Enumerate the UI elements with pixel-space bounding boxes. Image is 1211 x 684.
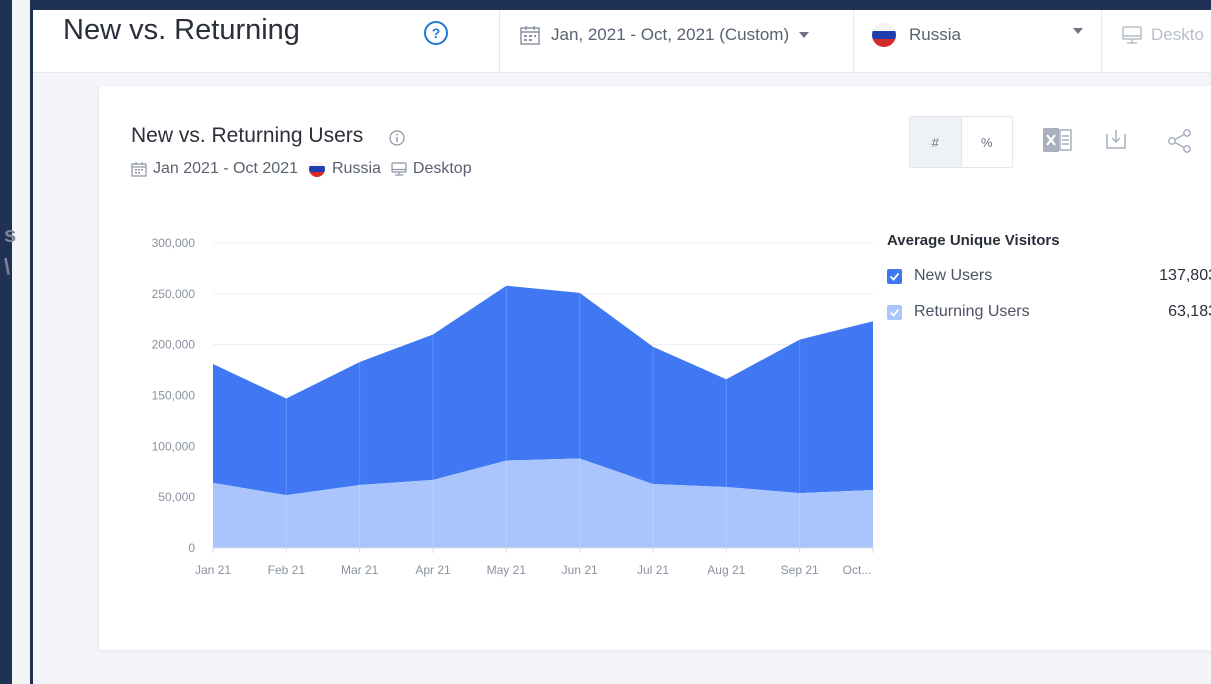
caret-down-icon: [1073, 28, 1083, 34]
download-icon[interactable]: [1105, 128, 1127, 150]
legend-item-returning-users[interactable]: Returning Users 63,183: [887, 299, 1211, 325]
legend-label: Returning Users: [914, 303, 1030, 320]
x-tick-label: Jul 21: [637, 563, 669, 577]
y-tick-label: 50,000: [158, 490, 195, 504]
legend-title: Average Unique Visitors: [887, 232, 1060, 249]
checkbox-icon[interactable]: [887, 304, 902, 320]
date-range-label: Jan, 2021 - Oct, 2021 (Custom): [551, 25, 790, 44]
x-tick-label: Aug 21: [707, 563, 745, 577]
share-icon[interactable]: [1167, 128, 1193, 154]
checkbox-icon[interactable]: [887, 268, 902, 284]
legend-value: 137,803: [1159, 267, 1211, 284]
stacked-area-chart: 0 50,000 100,000 150,000 200,000 250,000 300,0…: [152, 236, 874, 577]
calendar-icon: [520, 26, 540, 45]
header-separator: [499, 10, 500, 72]
y-tick-label: 150,000: [152, 389, 196, 403]
x-tick-label: Feb 21: [268, 563, 306, 577]
svg-text:?: ?: [432, 25, 441, 41]
country-label: Russia: [909, 25, 961, 44]
chart-legend: Average Unique Visitors New Users 137,80…: [887, 232, 1211, 335]
y-tick-label: 100,000: [152, 439, 196, 453]
excel-icon[interactable]: [1043, 128, 1073, 152]
page-header: New vs. Returning ? Jan, 2021 - Oct, 202…: [33, 10, 1211, 73]
sidebar-edge-glyph: s: [4, 222, 17, 247]
legend-label: New Users: [914, 267, 993, 284]
device-filter[interactable]: Deskto: [1121, 20, 1204, 50]
y-tick-label: 200,000: [152, 338, 196, 352]
flag-russia-icon: [872, 23, 896, 47]
y-tick-label: 0: [188, 541, 195, 555]
number-percent-toggle: # %: [909, 116, 1013, 168]
header-separator: [853, 10, 854, 72]
outer-frame-left: [0, 0, 12, 684]
sidebar-edge: s \: [4, 0, 30, 684]
toggle-percent[interactable]: %: [960, 117, 1013, 167]
x-tick-label: May 21: [487, 563, 527, 577]
desktop-icon: [1122, 26, 1142, 44]
chart-card: New vs. Returning Users Jan 2021 - Oct 2…: [99, 86, 1211, 650]
x-tick-label: Apr 21: [415, 563, 451, 577]
header-separator: [1101, 10, 1102, 72]
y-tick-label: 300,000: [152, 236, 196, 250]
x-tick-label: Jan 21: [195, 563, 231, 577]
sidebar-edge-glyph: \: [4, 254, 11, 279]
legend-item-new-users[interactable]: New Users 137,803: [887, 263, 1211, 289]
x-tick-label: Mar 21: [341, 563, 379, 577]
main-content: New vs. Returning ? Jan, 2021 - Oct, 202…: [33, 10, 1211, 684]
device-label: Deskto: [1151, 25, 1204, 44]
caret-down-icon: [799, 32, 810, 38]
y-tick-label: 250,000: [152, 287, 196, 301]
date-range-filter[interactable]: Jan, 2021 - Oct, 2021 (Custom): [519, 20, 810, 50]
toggle-absolute[interactable]: #: [910, 117, 961, 167]
legend-value: 63,183: [1168, 303, 1211, 320]
x-tick-label: Jun 21: [562, 563, 598, 577]
country-filter[interactable]: Russia: [871, 20, 1083, 50]
x-tick-label: Oct...: [843, 563, 872, 577]
x-tick-label: Sep 21: [781, 563, 819, 577]
page-title: New vs. Returning: [63, 14, 300, 46]
help-icon[interactable]: ?: [423, 20, 449, 46]
